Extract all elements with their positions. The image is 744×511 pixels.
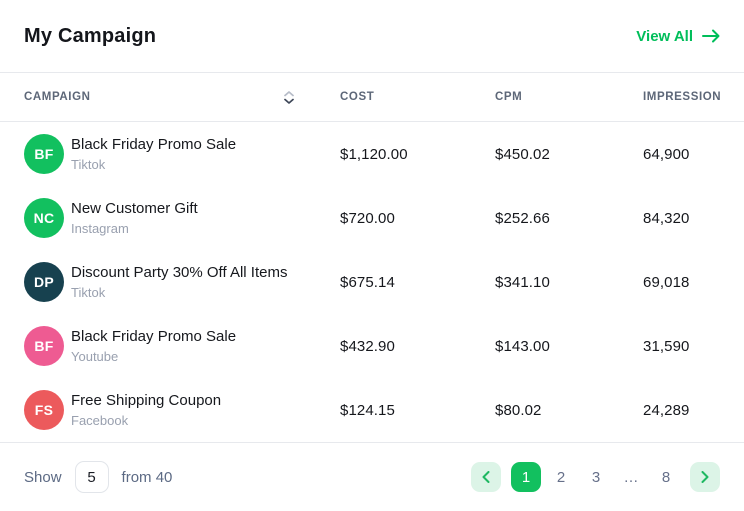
page-size-control: Show 5 from 40 [24,461,172,493]
campaign-text: Discount Party 30% Off All Items Tiktok [71,264,287,301]
cpm-value: $341.10 [495,274,643,291]
campaign-name: Discount Party 30% Off All Items [71,264,287,283]
avatar: BF [24,326,64,366]
title-bar: My Campaign View All [0,0,744,72]
campaign-text: Free Shipping Coupon Facebook [71,392,221,429]
view-all-label: View All [636,28,693,45]
column-header-cpm: CPM [495,91,643,103]
campaign-platform: Instagram [71,221,198,236]
table-footer: Show 5 from 40 1 2 3 … 8 [0,442,744,511]
cost-value: $124.15 [340,402,495,419]
sort-chevrons-icon[interactable] [284,91,294,104]
table-row: BF Black Friday Promo Sale Youtube $432.… [0,314,744,378]
my-campaign-widget: My Campaign View All CAMPAIGN COST [0,0,744,511]
chevron-right-icon [701,471,709,483]
view-all-link[interactable]: View All [636,28,720,45]
column-header-cost: COST [340,91,495,103]
from-total-label: from 40 [122,469,173,486]
cpm-value: $450.02 [495,146,643,163]
column-header-campaign[interactable]: CAMPAIGN [24,91,340,104]
campaign-text: Black Friday Promo Sale Tiktok [71,136,236,173]
column-header-campaign-label: CAMPAIGN [24,91,91,103]
page-button-8[interactable]: 8 [651,462,681,492]
table-row: FS Free Shipping Coupon Facebook $124.15… [0,378,744,442]
campaign-platform: Facebook [71,413,221,428]
campaign-cell: FS Free Shipping Coupon Facebook [24,390,340,430]
campaign-cell: BF Black Friday Promo Sale Youtube [24,326,340,366]
impression-value: 84,320 [643,210,720,227]
avatar: NC [24,198,64,238]
show-label: Show [24,469,62,486]
table-header-row: CAMPAIGN COST CPM IMPRESSION [0,72,744,122]
impression-value: 24,289 [643,402,720,419]
avatar: BF [24,134,64,174]
previous-page-button[interactable] [471,462,501,492]
campaign-name: Black Friday Promo Sale [71,136,236,155]
campaign-cell: NC New Customer Gift Instagram [24,198,340,238]
page-button-3[interactable]: 3 [581,462,611,492]
page-button-1[interactable]: 1 [511,462,541,492]
column-header-impression: IMPRESSION [643,91,721,103]
campaign-platform: Youtube [71,349,236,364]
campaign-name: Free Shipping Coupon [71,392,221,411]
table-row: BF Black Friday Promo Sale Tiktok $1,120… [0,122,744,186]
page-title: My Campaign [24,25,156,48]
table-row: DP Discount Party 30% Off All Items Tikt… [0,250,744,314]
cost-value: $675.14 [340,274,495,291]
cost-value: $720.00 [340,210,495,227]
campaign-cell: DP Discount Party 30% Off All Items Tikt… [24,262,340,302]
page-button-2[interactable]: 2 [546,462,576,492]
campaign-platform: Tiktok [71,157,236,172]
page-size-input[interactable]: 5 [75,461,109,493]
chevron-left-icon [482,471,490,483]
avatar: FS [24,390,64,430]
avatar: DP [24,262,64,302]
campaign-text: Black Friday Promo Sale Youtube [71,328,236,365]
campaign-name: Black Friday Promo Sale [71,328,236,347]
cost-value: $1,120.00 [340,146,495,163]
table-row: NC New Customer Gift Instagram $720.00 $… [0,186,744,250]
campaign-cell: BF Black Friday Promo Sale Tiktok [24,134,340,174]
impression-value: 69,018 [643,274,720,291]
arrow-right-icon [702,29,720,43]
impression-value: 31,590 [643,338,720,355]
cpm-value: $80.02 [495,402,643,419]
cpm-value: $252.66 [495,210,643,227]
cpm-value: $143.00 [495,338,643,355]
pagination-ellipsis: … [616,462,646,492]
campaign-name: New Customer Gift [71,200,198,219]
cost-value: $432.90 [340,338,495,355]
campaign-text: New Customer Gift Instagram [71,200,198,237]
next-page-button[interactable] [690,462,720,492]
campaign-platform: Tiktok [71,285,287,300]
table-body: BF Black Friday Promo Sale Tiktok $1,120… [0,122,744,442]
pagination: 1 2 3 … 8 [471,462,720,492]
impression-value: 64,900 [643,146,720,163]
